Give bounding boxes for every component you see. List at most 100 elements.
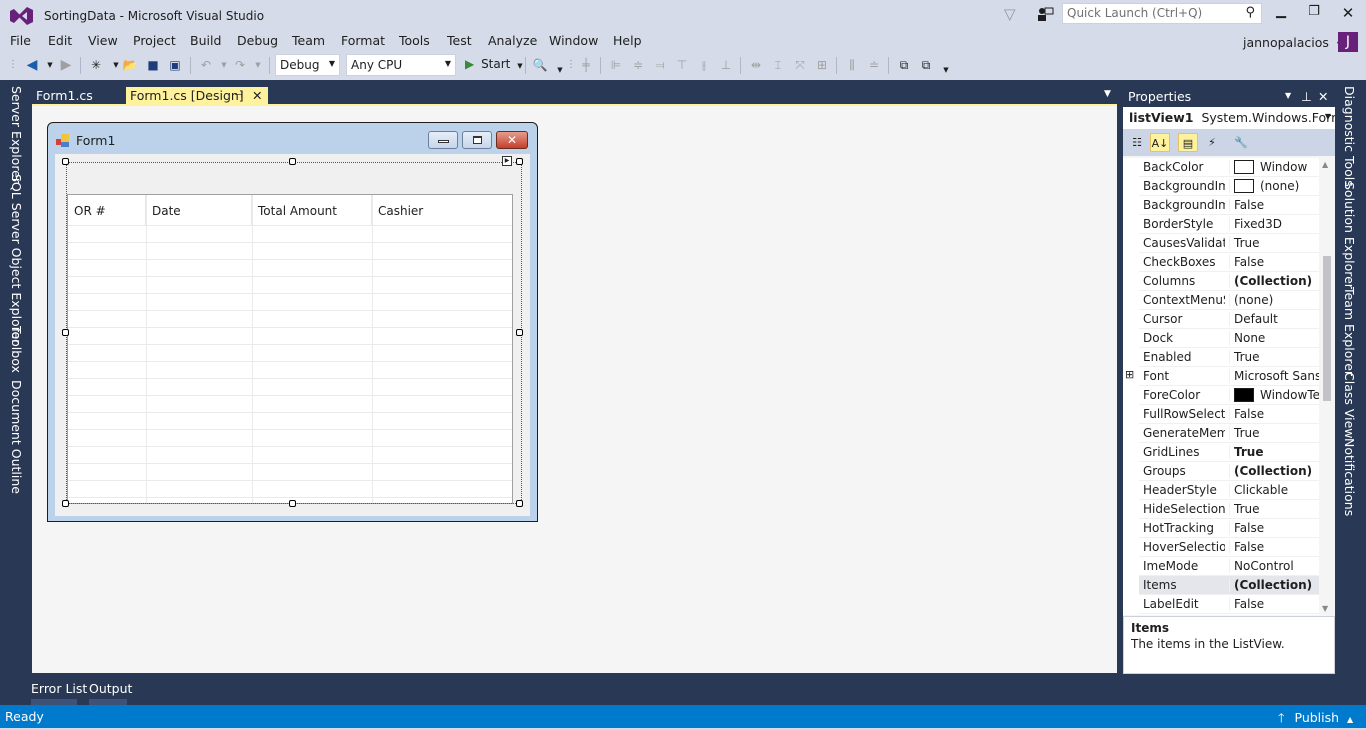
property-row[interactable]: Groups (Collection) [1139, 462, 1319, 481]
scroll-down-icon[interactable]: ▼ [1322, 604, 1328, 613]
resize-handle[interactable] [289, 158, 296, 165]
toolbar-grip-icon[interactable]: ⋮ [8, 57, 18, 73]
property-value[interactable]: Default [1229, 312, 1319, 326]
form-window[interactable]: Form1 ✕ OR # Date Total Amount Cashier ▶ [47, 122, 538, 522]
chevron-down-icon[interactable]: ▼ [216, 57, 232, 73]
save-all-icon[interactable]: ▣ [167, 57, 183, 73]
property-row[interactable]: Enabled True [1139, 348, 1319, 367]
align-tops-icon[interactable]: ⊤ [674, 57, 690, 73]
object-selector[interactable]: listView1 System.Windows.Forms.l ▼ [1123, 107, 1335, 129]
doc-tab-form1-design[interactable]: Form1.cs [Design] ⊣ ✕ [126, 87, 268, 104]
property-value[interactable]: Clickable [1229, 483, 1319, 497]
property-value[interactable]: Microsoft Sans S [1229, 369, 1319, 383]
close-icon[interactable]: ✕ [1318, 89, 1328, 104]
property-value[interactable]: True [1229, 445, 1319, 459]
property-value[interactable]: False [1229, 540, 1319, 554]
property-row[interactable]: HeaderStyle Clickable [1139, 481, 1319, 500]
property-row[interactable]: HoverSelection False [1139, 538, 1319, 557]
property-value[interactable]: True [1229, 350, 1319, 364]
property-row[interactable]: ImeMode NoControl [1139, 557, 1319, 576]
notifications-filter-icon[interactable]: ▽ [1004, 5, 1022, 23]
align-lefts-icon[interactable]: ⊫ [608, 57, 624, 73]
make-same-width-icon[interactable]: ⇹ [748, 57, 764, 73]
align-to-grid-icon[interactable]: ╪ [578, 57, 594, 73]
property-row[interactable]: BackgroundIma (none) [1139, 177, 1319, 196]
quick-launch-input[interactable]: Quick Launch (Ctrl+Q) ⚲ [1062, 3, 1262, 24]
property-value[interactable]: (Collection) [1229, 464, 1319, 478]
menu-project[interactable]: Project [133, 33, 176, 48]
tab-notifications[interactable]: Notifications [1342, 438, 1357, 516]
find-in-files-icon[interactable]: 🔍 [532, 57, 548, 73]
form-maximize-button[interactable] [462, 131, 492, 149]
close-button[interactable]: ✕ [1334, 4, 1362, 24]
property-row[interactable]: Items (Collection) [1139, 576, 1319, 595]
menu-window[interactable]: Window [549, 33, 598, 48]
menu-file[interactable]: File [10, 33, 31, 48]
tab-overflow-dropdown-icon[interactable]: ▼ [1104, 89, 1111, 99]
property-value[interactable]: True [1229, 426, 1319, 440]
toolbar-overflow-icon[interactable]: ▼ [938, 62, 954, 78]
start-button[interactable]: ▶ Start ▼ [465, 57, 523, 71]
feedback-icon[interactable] [1036, 5, 1054, 23]
menu-debug[interactable]: Debug [237, 33, 278, 48]
property-row[interactable]: HotTracking False [1139, 519, 1319, 538]
property-row[interactable]: BackColor Window [1139, 158, 1319, 177]
alphabetical-icon[interactable]: A↓ [1150, 133, 1170, 152]
property-value[interactable]: (none) [1229, 293, 1319, 307]
pin-icon[interactable]: ⊣ [234, 87, 243, 104]
property-value[interactable]: False [1229, 597, 1319, 611]
property-value[interactable]: True [1229, 236, 1319, 250]
chevron-down-icon[interactable]: ▼ [1285, 91, 1291, 100]
open-file-icon[interactable]: 📂 [122, 57, 138, 73]
tab-solution-explorer[interactable]: Solution Explorer [1342, 182, 1357, 289]
form-close-button[interactable]: ✕ [496, 131, 528, 149]
tab-toolbox[interactable]: Toolbox [9, 326, 24, 373]
property-row[interactable]: GenerateMemb True [1139, 424, 1319, 443]
scroll-up-icon[interactable]: ▲ [1322, 160, 1328, 169]
chevron-down-icon[interactable]: ▼ [250, 57, 266, 73]
undo-icon[interactable]: ↶ [198, 57, 214, 73]
property-row[interactable]: Cursor Default [1139, 310, 1319, 329]
property-row[interactable]: Dock None [1139, 329, 1319, 348]
property-value[interactable]: WindowTex [1229, 388, 1319, 402]
doc-tab-form1-cs[interactable]: Form1.cs [32, 87, 97, 104]
avatar[interactable]: J [1338, 32, 1358, 52]
search-icon[interactable]: ⚲ [1245, 5, 1255, 20]
resize-handle[interactable] [62, 500, 69, 507]
send-to-back-icon[interactable]: ⧉ [918, 57, 934, 73]
make-same-size-icon[interactable]: ⤧ [792, 57, 808, 73]
property-value[interactable]: (none) [1229, 179, 1319, 193]
expand-icon[interactable]: ⊞ [1125, 368, 1134, 381]
property-row[interactable]: BackgroundIma False [1139, 196, 1319, 215]
resize-handle[interactable] [516, 500, 523, 507]
property-value[interactable]: (Collection) [1229, 274, 1319, 288]
chevron-down-icon[interactable]: ▼ [42, 57, 58, 73]
size-to-grid-icon[interactable]: ⊞ [814, 57, 830, 73]
toolbar-grip-icon[interactable]: ⋮ [566, 57, 576, 73]
new-project-icon[interactable]: ✳ [88, 57, 104, 73]
save-icon[interactable]: ■ [145, 57, 161, 73]
property-row[interactable]: HideSelection True [1139, 500, 1319, 519]
tab-team-explorer[interactable]: Team Explorer [1342, 287, 1357, 376]
solution-platform-select[interactable]: Any CPU ▼ [346, 54, 456, 76]
tab-class-view[interactable]: Class View [1342, 372, 1357, 439]
tab-output[interactable]: Output [89, 681, 132, 696]
resize-handle[interactable] [62, 329, 69, 336]
menu-analyze[interactable]: Analyze [488, 33, 537, 48]
tab-server-explorer[interactable]: Server Explorer [9, 86, 24, 183]
align-rights-icon[interactable]: ⫤ [652, 57, 668, 73]
align-middles-icon[interactable]: ⫲ [696, 57, 712, 73]
tab-diagnostic-tools[interactable]: Diagnostic Tools [1342, 86, 1357, 187]
menu-format[interactable]: Format [341, 33, 385, 48]
make-same-height-icon[interactable]: ⌶ [770, 57, 786, 73]
property-pages-icon[interactable]: 🔧 [1231, 133, 1251, 152]
property-value[interactable]: (Collection) [1229, 578, 1319, 592]
menu-team[interactable]: Team [292, 33, 325, 48]
bring-to-front-icon[interactable]: ⧉ [896, 57, 912, 73]
smart-tag-icon[interactable]: ▶ [502, 156, 512, 166]
solution-configuration-select[interactable]: Debug ▼ [275, 54, 340, 76]
resize-handle[interactable] [289, 500, 296, 507]
property-value[interactable]: False [1229, 407, 1319, 421]
redo-icon[interactable]: ↷ [232, 57, 248, 73]
menu-edit[interactable]: Edit [48, 33, 72, 48]
